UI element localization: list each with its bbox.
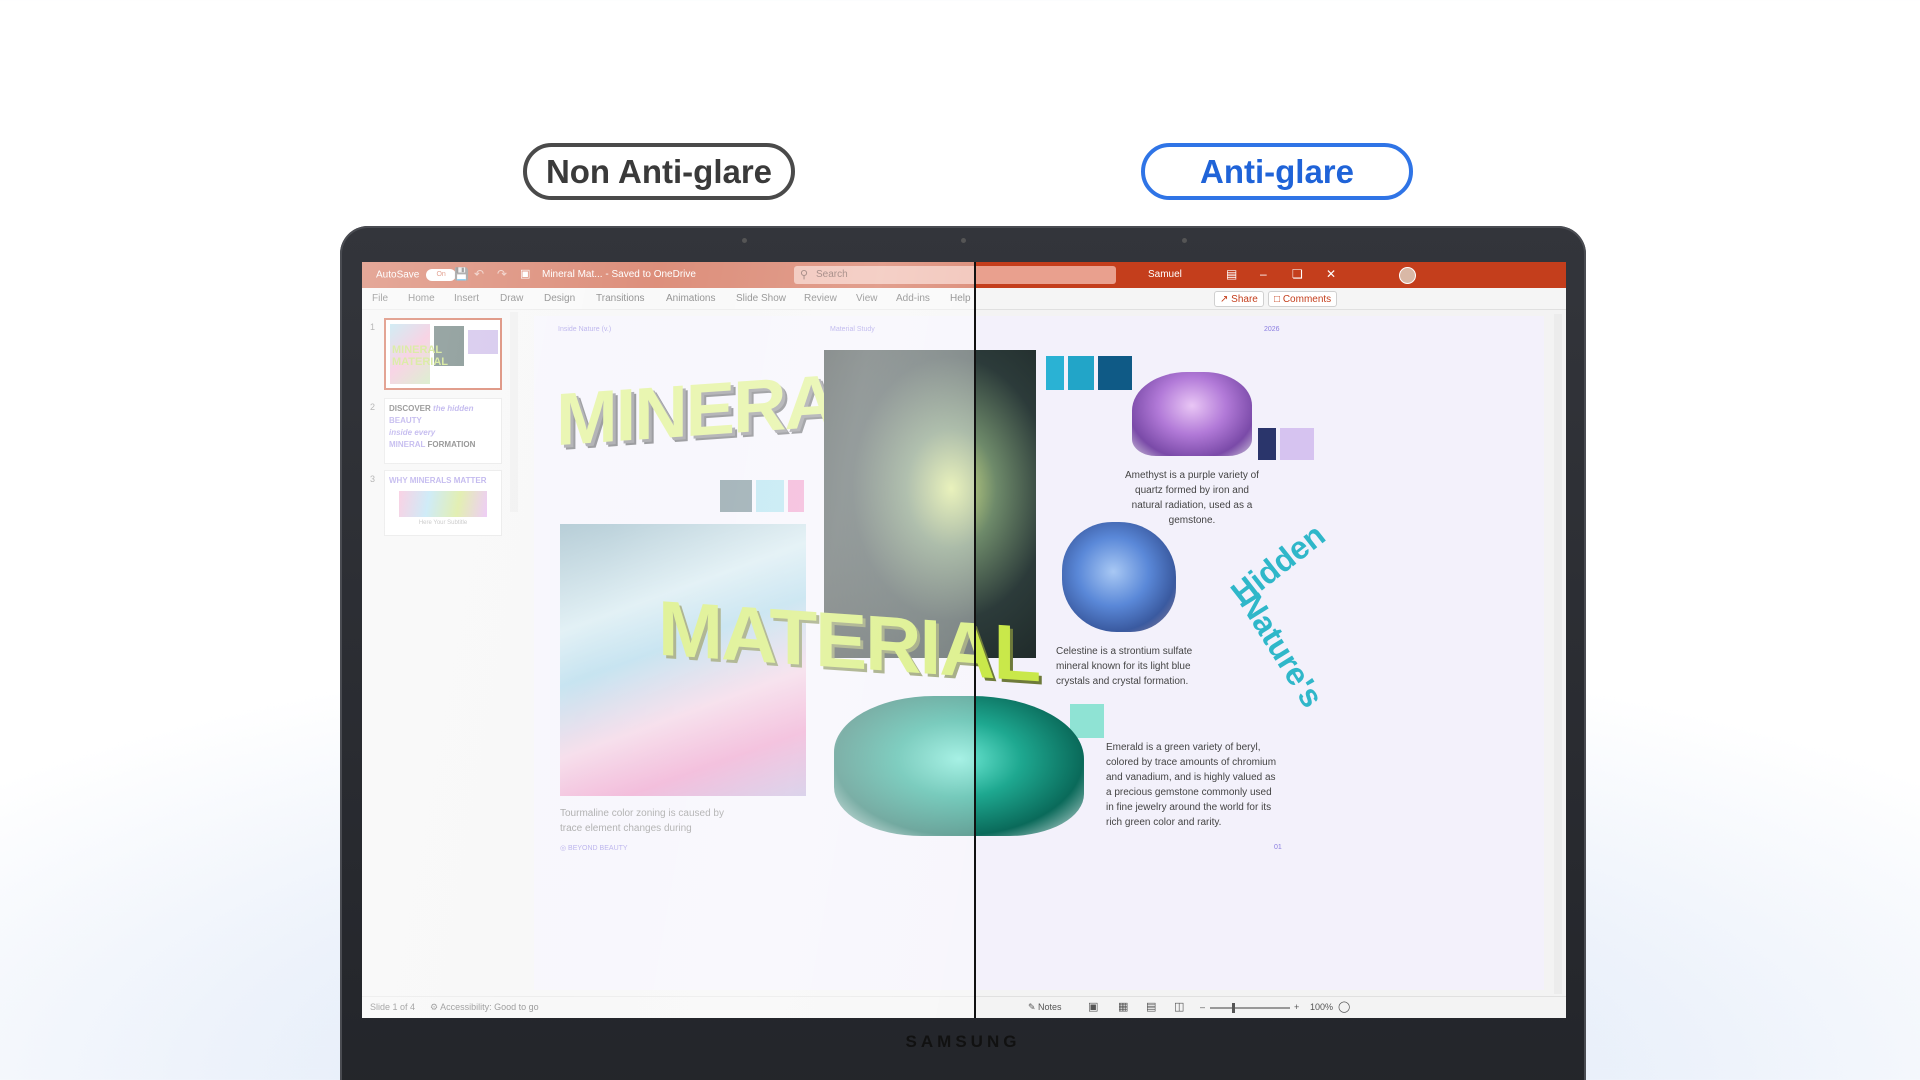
- avatar[interactable]: [1399, 267, 1416, 284]
- accessibility-label: Accessibility: Good to go: [440, 1002, 539, 1012]
- search-input[interactable]: ⚲ Search: [794, 266, 1116, 284]
- tab-home[interactable]: Home: [408, 293, 435, 304]
- color-swatch: [1098, 356, 1132, 390]
- emerald-caption: Emerald is a green variety of beryl, col…: [1106, 742, 1277, 828]
- slide-thumbnail-pane: 1 MINERAL MATERIAL 2 DISCOVER the hidden…: [362, 310, 520, 996]
- tab-help[interactable]: Help: [950, 293, 971, 304]
- comments-button[interactable]: □ Comments: [1268, 291, 1338, 307]
- ring-text-natures: Nature's: [1232, 586, 1331, 714]
- thumbnail-scrollbar[interactable]: [510, 312, 518, 512]
- undo-icon[interactable]: ↶: [474, 267, 484, 281]
- slide-header-center: Material Study: [830, 326, 875, 333]
- sensor-dot: [742, 238, 747, 243]
- tab-add-ins[interactable]: Add-ins: [896, 293, 930, 304]
- slide-thumbnail-1[interactable]: MINERAL MATERIAL: [384, 318, 502, 390]
- document-title[interactable]: Mineral Mat... - Saved to OneDrive: [542, 269, 696, 280]
- slide-counter: Slide 1 of 4: [370, 1002, 416, 1012]
- close-icon[interactable]: ✕: [1326, 267, 1336, 281]
- save-icon[interactable]: 💾: [454, 267, 469, 281]
- color-swatch: [756, 480, 784, 512]
- tab-design[interactable]: Design: [544, 293, 575, 304]
- thumbnail-subtitle: Here Your Subtitle: [418, 520, 468, 526]
- slide-thumbnail-3[interactable]: WHY MINERALS MATTER Here Your Subtitle: [384, 470, 502, 536]
- page-number: 01: [1274, 844, 1282, 851]
- comments-label: Comments: [1282, 294, 1332, 305]
- color-swatch: [788, 480, 804, 512]
- redo-icon[interactable]: ↷: [497, 267, 507, 281]
- search-placeholder: Search: [816, 269, 848, 280]
- thumbnail-number: 1: [370, 322, 376, 332]
- color-swatch: [720, 480, 752, 512]
- zoom-level[interactable]: 100%: [1310, 1002, 1333, 1012]
- normal-view-icon[interactable]: ▣: [1088, 1000, 1098, 1013]
- tab-transitions[interactable]: Transitions: [596, 293, 645, 304]
- slide-sorter-icon[interactable]: ▦: [1118, 1000, 1128, 1013]
- fit-to-window-icon[interactable]: ◯: [1338, 1000, 1350, 1013]
- celestine-caption: Celestine is a strontium sulfate mineral…: [1056, 646, 1193, 687]
- tab-review[interactable]: Review: [804, 293, 837, 304]
- restore-icon[interactable]: ❏: [1292, 267, 1303, 281]
- laptop-brand-logo: SAMSUNG: [905, 1032, 1021, 1051]
- accessibility-status[interactable]: ⚙ Accessibility: Good to go: [430, 1002, 539, 1013]
- zoom-slider-thumb[interactable]: [1232, 1003, 1235, 1013]
- status-bar: Slide 1 of 4 ⚙ Accessibility: Good to go…: [362, 996, 1566, 1018]
- slide-header-left: Inside Nature (v.): [558, 326, 612, 333]
- slide-footer-left: ◎ BEYOND BEAUTY: [560, 845, 628, 852]
- zoom-out-icon[interactable]: –: [1200, 1002, 1205, 1012]
- ribbon-display-icon[interactable]: ▤: [1226, 267, 1237, 281]
- anti-glare-label: Anti-glare: [1141, 143, 1413, 200]
- tab-insert[interactable]: Insert: [454, 293, 479, 304]
- thumbnail-title: WHY MINERALS MATTER: [389, 476, 487, 485]
- color-swatch: [1280, 428, 1314, 460]
- share-button[interactable]: ↗ Share: [1214, 291, 1264, 307]
- tourmaline-caption: Tourmaline color zoning is caused by tra…: [560, 808, 724, 834]
- tab-animations[interactable]: Animations: [666, 293, 715, 304]
- sensor-dot: [1182, 238, 1187, 243]
- ring-text-hidden: Hidden: [1224, 516, 1332, 612]
- tab-view[interactable]: View: [856, 293, 878, 304]
- thumbnail-title: MINERAL MATERIAL: [392, 344, 449, 368]
- color-swatch: [1070, 704, 1104, 738]
- zoom-in-icon[interactable]: +: [1294, 1002, 1299, 1012]
- ribbon-tabs: File Home Insert Draw Design Transitions…: [362, 288, 1566, 310]
- title-bar: AutoSave On 💾 ↶ ↷ ▣ Mineral Mat... - Sav…: [362, 262, 1566, 288]
- color-swatch: [1046, 356, 1064, 390]
- autosave-control[interactable]: AutoSave On: [376, 269, 457, 281]
- slide-canvas[interactable]: Inside Nature (v.) Material Study 2026 M…: [534, 316, 1544, 990]
- thumbnail-text: DISCOVER the hidden BEAUTY inside every …: [389, 404, 476, 449]
- color-swatch: [1068, 356, 1094, 390]
- tab-draw[interactable]: Draw: [500, 293, 523, 304]
- autosave-toggle[interactable]: On: [426, 269, 457, 281]
- search-icon: ⚲: [800, 269, 809, 281]
- color-swatch: [1258, 428, 1276, 460]
- celestine-photo: [1062, 522, 1176, 632]
- tab-file[interactable]: File: [372, 293, 388, 304]
- user-name[interactable]: Samuel: [1148, 269, 1182, 280]
- notes-label: Notes: [1038, 1002, 1062, 1012]
- minimize-icon[interactable]: –: [1260, 267, 1267, 281]
- non-anti-glare-label: Non Anti-glare: [523, 143, 795, 200]
- notes-button[interactable]: ✎ Notes: [1028, 1002, 1062, 1013]
- zoom-slider[interactable]: [1210, 1007, 1290, 1009]
- reading-view-icon[interactable]: ▤: [1146, 1000, 1156, 1013]
- thumbnail-photo: [399, 491, 487, 517]
- autosave-label: AutoSave: [376, 269, 420, 281]
- amethyst-caption: Amethyst is a purple variety of quartz f…: [1125, 470, 1259, 526]
- present-icon[interactable]: ▣: [520, 267, 530, 280]
- comparison-divider: [974, 262, 976, 1018]
- laptop: AutoSave On 💾 ↶ ↷ ▣ Mineral Mat... - Sav…: [340, 226, 1586, 1080]
- tab-slide-show[interactable]: Slide Show: [736, 293, 786, 304]
- slideshow-icon[interactable]: ◫: [1174, 1000, 1184, 1013]
- laptop-screen: AutoSave On 💾 ↶ ↷ ▣ Mineral Mat... - Sav…: [362, 262, 1566, 1018]
- emerald-photo: [834, 696, 1084, 836]
- thumbnail-number: 2: [370, 402, 376, 412]
- share-label: Share: [1231, 294, 1258, 305]
- slide-scrollbar[interactable]: [1554, 314, 1562, 994]
- slide-thumbnail-2[interactable]: DISCOVER the hidden BEAUTY inside every …: [384, 398, 502, 464]
- webcam: [961, 238, 966, 243]
- thumbnail-number: 3: [370, 474, 376, 484]
- slide-header-right: 2026: [1264, 326, 1280, 333]
- amethyst-photo: [1132, 372, 1252, 456]
